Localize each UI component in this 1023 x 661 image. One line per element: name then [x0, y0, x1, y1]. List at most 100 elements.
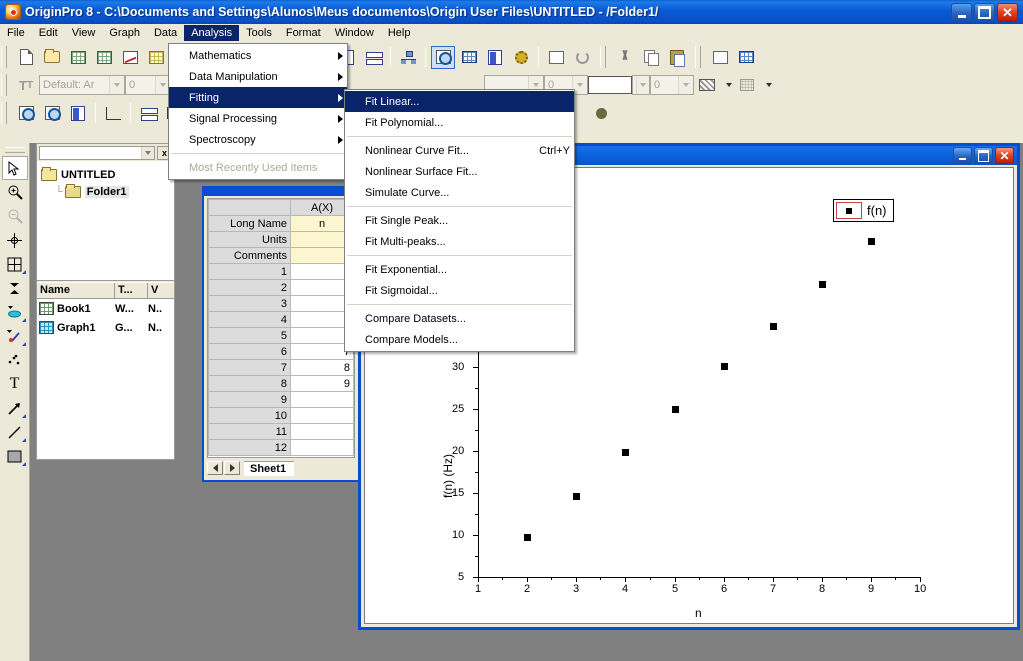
row-label-4[interactable]: 4 — [208, 311, 291, 328]
chevron-down-icon-pe[interactable] — [141, 146, 154, 159]
import-wizard-icon[interactable] — [92, 46, 116, 69]
data-point[interactable] — [721, 363, 728, 370]
row-label-1[interactable]: 1 — [208, 263, 291, 280]
sheet-tab-sheet1[interactable]: Sheet1 — [244, 460, 295, 476]
data-point[interactable] — [573, 493, 580, 500]
zoom-out-panel-icon[interactable] — [40, 102, 64, 125]
row-label-5[interactable]: 5 — [208, 327, 291, 344]
data-reader-tool[interactable] — [2, 252, 28, 276]
cell-11[interactable] — [290, 423, 354, 440]
tree-node-untitled[interactable]: UNTITLED — [41, 166, 170, 183]
row-label-6[interactable]: 6 — [208, 343, 291, 360]
menu-item-nonlinear-curve-fit[interactable]: Nonlinear Curve Fit... Ctrl+Y — [345, 140, 574, 161]
row-label-10[interactable]: 10 — [208, 407, 291, 424]
row-label-units[interactable]: Units — [208, 231, 291, 248]
graph-minimize-button[interactable] — [953, 147, 972, 164]
close-button[interactable]: ✕ — [997, 2, 1018, 22]
new-project-icon[interactable] — [14, 46, 38, 69]
pattern-fill-icon[interactable] — [695, 74, 719, 97]
row-label-comments[interactable]: Comments — [208, 247, 291, 264]
chevron-down-icon[interactable] — [109, 76, 124, 94]
row-label-3[interactable]: 3 — [208, 295, 291, 312]
new-workbook-icon[interactable] — [66, 46, 90, 69]
y-axis-title[interactable]: f(n) (Hz) — [441, 454, 455, 498]
pattern-dropdown-icon[interactable] — [721, 74, 733, 97]
fill-color-dropdown[interactable] — [632, 75, 650, 95]
bug-icon[interactable] — [589, 102, 613, 125]
maximize-button[interactable] — [974, 2, 995, 22]
new-matrix-icon[interactable] — [144, 46, 168, 69]
next-sheet-button[interactable] — [224, 461, 240, 475]
script-window-icon[interactable] — [483, 46, 507, 69]
zoom-out-tool[interactable] — [2, 204, 28, 228]
column-header-type[interactable]: T... — [115, 283, 148, 299]
menu-help[interactable]: Help — [381, 25, 418, 41]
row-label-12[interactable]: 12 — [208, 439, 291, 456]
menu-item-fit-single-peak[interactable]: Fit Single Peak... — [345, 210, 574, 231]
menu-item-data-manipulation[interactable]: Data Manipulation — [169, 66, 347, 87]
refresh-icon[interactable] — [570, 46, 594, 69]
add-layer-icon[interactable] — [544, 46, 568, 69]
arrange-layers-icon[interactable] — [136, 102, 160, 125]
menu-analysis[interactable]: Analysis — [184, 25, 240, 41]
zoom-in-tool[interactable] — [2, 180, 28, 204]
results-log-icon[interactable] — [431, 45, 455, 69]
menu-item-fit-sigmoidal[interactable]: Fit Sigmoidal... — [345, 280, 574, 301]
toolbar-grip[interactable] — [1, 46, 7, 68]
menu-item-fit-multi-peaks[interactable]: Fit Multi-peaks... — [345, 231, 574, 252]
data-point[interactable] — [622, 449, 629, 456]
scatter-tool[interactable] — [2, 348, 28, 372]
data-point[interactable] — [672, 406, 679, 413]
row-label-2[interactable]: 2 — [208, 279, 291, 296]
graph-toolbar-grip[interactable] — [1, 102, 7, 124]
graph-maximize-button[interactable] — [974, 147, 993, 164]
row-label-7[interactable]: 7 — [208, 359, 291, 376]
pointer-tool[interactable] — [1, 156, 28, 180]
row-label-9[interactable]: 9 — [208, 391, 291, 408]
data-display-icon[interactable] — [457, 46, 481, 69]
data-point[interactable] — [868, 238, 875, 245]
list-item[interactable]: Graph1 G... N.. — [37, 318, 174, 337]
code-builder-icon[interactable] — [509, 46, 533, 69]
menu-item-fit-linear[interactable]: Fit Linear... — [345, 91, 574, 112]
data-selector-tool[interactable] — [2, 276, 28, 300]
graph-close-button[interactable]: ✕ — [995, 147, 1014, 164]
cell-9[interactable] — [290, 391, 354, 408]
menu-graph[interactable]: Graph — [102, 25, 147, 41]
row-label-11[interactable]: 11 — [208, 423, 291, 440]
line-tool[interactable] — [2, 420, 28, 444]
format-toolbar-grip[interactable] — [1, 74, 7, 96]
menu-item-simulate-curve[interactable]: Simulate Curve... — [345, 182, 574, 203]
regional-mask-tool[interactable] — [2, 324, 28, 348]
rectangle-tool[interactable] — [2, 444, 28, 468]
menu-item-mathematics[interactable]: Mathematics — [169, 45, 347, 66]
column-header-view[interactable]: V — [148, 283, 174, 299]
menu-view[interactable]: View — [65, 25, 103, 41]
menu-data[interactable]: Data — [147, 25, 184, 41]
cell-7[interactable]: 8 — [290, 359, 354, 376]
cell-10[interactable] — [290, 407, 354, 424]
row-label-long-name[interactable]: Long Name — [208, 215, 291, 232]
open-project-icon[interactable] — [40, 46, 64, 69]
paste-icon[interactable] — [665, 46, 689, 69]
grid-pattern-icon[interactable] — [735, 74, 759, 97]
font-size-combo[interactable]: 0 — [125, 75, 171, 95]
data-point[interactable] — [819, 281, 826, 288]
font-style-icon[interactable]: TT — [14, 74, 38, 97]
toolbar-grip-3[interactable] — [600, 46, 606, 68]
tree-node-folder1[interactable]: └ Folder1 — [55, 183, 170, 200]
menu-window[interactable]: Window — [328, 25, 381, 41]
zoom-panel-icon[interactable] — [14, 102, 38, 125]
menu-item-fit-exponential[interactable]: Fit Exponential... — [345, 259, 574, 280]
cut-icon[interactable] — [613, 46, 637, 69]
column-header-name[interactable]: Name — [37, 283, 115, 299]
fill-color-swatch[interactable] — [588, 76, 632, 94]
toolbar-grip-4[interactable] — [695, 46, 701, 68]
project-explorer-tree-icon[interactable] — [396, 46, 420, 69]
menu-tools[interactable]: Tools — [239, 25, 279, 41]
list-item[interactable]: Book1 W... N.. — [37, 299, 174, 318]
chevron-down-icon-5[interactable] — [636, 76, 649, 94]
screen-reader-tool[interactable] — [2, 228, 28, 252]
menu-format[interactable]: Format — [279, 25, 328, 41]
corner-cell[interactable] — [208, 199, 291, 216]
